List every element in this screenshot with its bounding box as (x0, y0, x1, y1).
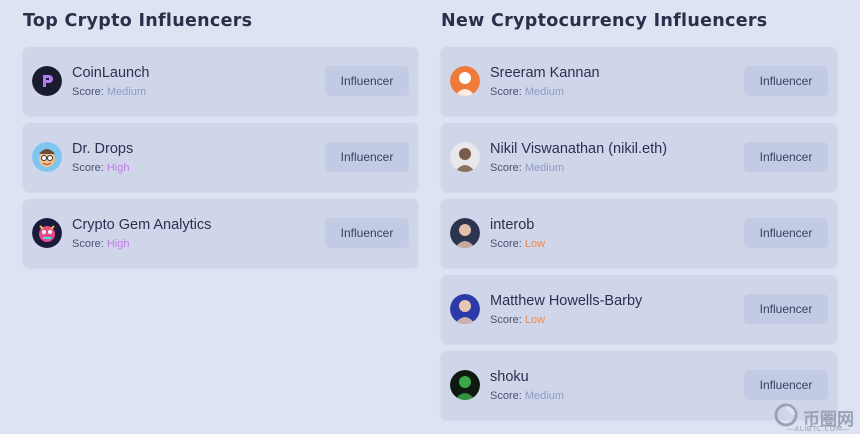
influencer-score: Score: High (72, 237, 211, 251)
influencer-card: interob Score: Low Influencer (441, 199, 837, 267)
influencer-info: interob Score: Low (490, 216, 545, 251)
watermark-sub: —ALIBTC.COM— (787, 425, 850, 433)
avatar (450, 66, 480, 96)
score-value: Low (524, 237, 546, 250)
new-influencers-section: New Cryptocurrency Influencers Sreeram K… (441, 0, 837, 427)
influencer-card: Crypto Gem Analytics Score: High Influen… (23, 199, 418, 267)
influencer-name: Matthew Howells-Barby (490, 292, 643, 309)
influencer-card: Sreeram Kannan Score: Medium Influencer (441, 47, 837, 115)
influencer-name: Nikil Viswanathan (nikil.eth) (490, 140, 668, 157)
influencer-score: Score: Low (490, 237, 545, 251)
user-photo-icon (450, 142, 480, 172)
influencer-button[interactable]: Influencer (325, 142, 409, 172)
influencer-card: Nikil Viswanathan (nikil.eth) Score: Med… (441, 123, 837, 191)
score-label: Score: (490, 85, 522, 98)
section-title: Top Crypto Influencers (23, 11, 253, 31)
user-photo-icon (450, 218, 480, 248)
influencer-score: Score: High (72, 161, 133, 175)
influencer-info: shoku Score: Medium (490, 368, 564, 403)
score-value: Low (524, 313, 546, 326)
score-value: Medium (106, 85, 146, 98)
influencer-score: Score: Medium (490, 389, 564, 403)
avatar (450, 370, 480, 400)
influencer-info: Crypto Gem Analytics Score: High (72, 216, 211, 251)
influencer-button[interactable]: Influencer (744, 370, 828, 400)
score-label: Score: (490, 161, 522, 174)
influencer-name: Crypto Gem Analytics (72, 216, 212, 233)
influencer-name: CoinLaunch (72, 64, 150, 81)
user-photo-icon (450, 294, 480, 324)
avatar (32, 66, 62, 96)
influencer-score: Score: Medium (72, 85, 149, 99)
influencer-info: Sreeram Kannan Score: Medium (490, 64, 600, 99)
influencer-button[interactable]: Influencer (325, 66, 409, 96)
influencer-info: Dr. Drops Score: High (72, 140, 133, 175)
influencer-button[interactable]: Influencer (744, 66, 828, 96)
influencer-button[interactable]: Influencer (744, 142, 828, 172)
avatar (450, 218, 480, 248)
score-value: Medium (524, 161, 564, 174)
influencer-score: Score: Medium (490, 161, 667, 175)
score-value: Medium (524, 85, 564, 98)
influencer-card: Dr. Drops Score: High Influencer (23, 123, 418, 191)
section-title: New Cryptocurrency Influencers (441, 11, 768, 31)
influencer-name: Dr. Drops (72, 140, 134, 157)
influencer-info: Nikil Viswanathan (nikil.eth) Score: Med… (490, 140, 667, 175)
score-value: High (106, 237, 130, 250)
influencer-button[interactable]: Influencer (744, 294, 828, 324)
avatar (32, 218, 62, 248)
score-label: Score: (72, 85, 104, 98)
influencer-name: shoku (490, 368, 529, 385)
score-label: Score: (72, 161, 104, 174)
influencer-score: Score: Medium (490, 85, 600, 99)
influencer-list: Sreeram Kannan Score: Medium Influencer … (441, 47, 837, 419)
user-photo-icon (450, 66, 480, 96)
score-label: Score: (490, 313, 522, 326)
influencer-button[interactable]: Influencer (744, 218, 828, 248)
cartoon-face-icon (32, 142, 62, 172)
score-value: Medium (524, 389, 564, 402)
influencer-list: CoinLaunch Score: Medium Influencer Dr. … (23, 47, 418, 267)
influencer-info: CoinLaunch Score: Medium (72, 64, 149, 99)
influencer-card: CoinLaunch Score: Medium Influencer (23, 47, 418, 115)
coinlaunch-logo-icon (32, 66, 62, 96)
influencer-name: Sreeram Kannan (490, 64, 600, 81)
gem-character-icon (32, 218, 62, 248)
influencer-card: Matthew Howells-Barby Score: Low Influen… (441, 275, 837, 343)
score-value: High (106, 161, 130, 174)
user-photo-icon (450, 370, 480, 400)
avatar (32, 142, 62, 172)
watermark: 币圈网 —ALIBTC.COM— (773, 402, 854, 433)
influencer-button[interactable]: Influencer (325, 218, 409, 248)
influencer-name: interob (490, 216, 535, 233)
influencer-info: Matthew Howells-Barby Score: Low (490, 292, 642, 327)
score-label: Score: (72, 237, 104, 250)
influencer-score: Score: Low (490, 313, 642, 327)
top-influencers-section: Top Crypto Influencers CoinLaunch Score:… (23, 0, 418, 275)
score-label: Score: (490, 237, 522, 250)
avatar (450, 294, 480, 324)
score-label: Score: (490, 389, 522, 402)
avatar (450, 142, 480, 172)
